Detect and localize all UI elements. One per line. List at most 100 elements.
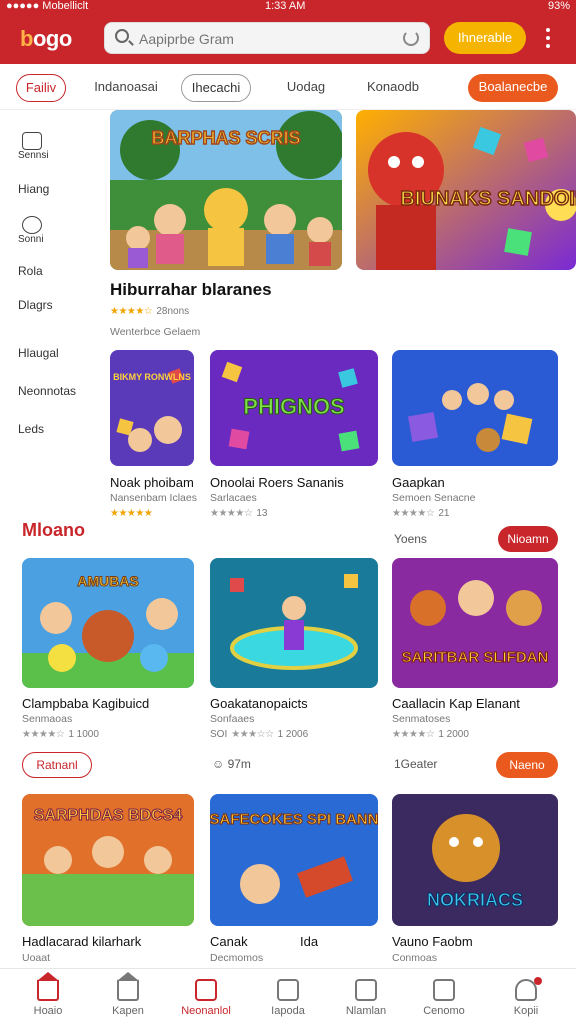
more-menu-icon[interactable] — [546, 28, 552, 48]
list-icon — [195, 979, 217, 1001]
game-subtitle: Sonfaaes — [210, 713, 255, 725]
nav-label: Neonanlol — [181, 1005, 231, 1017]
nav-label: Kopii — [513, 1005, 539, 1017]
featured-subtitle: Wenterbce Gelaem — [110, 326, 201, 338]
game-thumb[interactable]: SARITBAR SLIFDAN — [392, 558, 558, 688]
bottom-nav: Hoaio Kapen Neonanlol Iapoda Nlamlan Cen… — [0, 968, 576, 1024]
category-tabs: Failiv Indanoasai Ihecachi Uodag Konaodb… — [0, 66, 576, 110]
nav-cenomo[interactable]: Cenomo — [404, 969, 484, 1024]
section-chip[interactable]: Nioamn — [498, 526, 558, 552]
gift-icon — [355, 979, 377, 1001]
nav-label: Hoaio — [33, 1005, 63, 1017]
header-action-button[interactable]: Ihnerable — [444, 22, 526, 54]
section-title: Mloano — [22, 520, 85, 540]
battery-text: 93% — [547, 0, 570, 12]
sidebar-item-leds[interactable]: Leds — [18, 422, 44, 436]
thumb-art-text: NOKRIACS — [427, 890, 523, 910]
logo-letter: b — [20, 26, 33, 51]
game-title[interactable]: Noak phoibam — [110, 475, 200, 490]
nav-iapoda[interactable]: Iapoda — [248, 969, 328, 1024]
nav-neonanlol[interactable]: Neonanlol — [166, 969, 246, 1024]
game-title[interactable]: Clampbaba Kagibuicd — [22, 696, 194, 711]
stars-glyphs: ★★★★☆ — [210, 508, 253, 519]
tab-uodag[interactable]: Uodag — [276, 74, 336, 102]
game-title[interactable]: Canak — [210, 934, 270, 949]
search-bar[interactable] — [104, 22, 430, 54]
sidebar-item-hlaugal[interactable]: Hlaugal — [18, 346, 59, 360]
game-title[interactable]: Gaapkan — [392, 475, 558, 490]
thumb-art-text: SAFECOKES SPI BANN — [210, 811, 378, 828]
logo-text: ogo — [32, 26, 72, 51]
refresh-icon[interactable] — [403, 30, 419, 46]
game-thumb[interactable]: AMUBAS — [22, 558, 194, 688]
game-subtitle: Semoen Senacne — [392, 492, 476, 504]
rating-count: 1 1000 — [68, 729, 99, 740]
featured-banner-1[interactable]: BARPHAS SCRIS — [110, 110, 342, 270]
sidebar-item-hiang[interactable]: Hiang — [18, 182, 49, 196]
rating-count: 1 2000 — [438, 729, 469, 740]
notification-badge — [534, 977, 542, 985]
nav-label: Kapen — [112, 1005, 144, 1017]
featured-rating: ★★★★☆ 28nons — [110, 306, 189, 317]
thumb-art-text: AMUBAS — [77, 573, 138, 589]
game-thumb[interactable] — [210, 558, 378, 688]
game-thumb[interactable] — [392, 350, 558, 466]
game-subtitle: Sarlacaes — [210, 492, 257, 504]
stars-glyphs: ★★★☆☆ — [231, 729, 274, 740]
featured-title[interactable]: Hiburrahar blaranes — [110, 280, 360, 300]
thumb-art-text: PHIGNOS — [243, 394, 344, 419]
game-thumb[interactable]: SARPHDAS BDCS4 — [22, 794, 194, 926]
app-header: bogo Ihnerable — [0, 14, 576, 64]
sidebar-item-dlagrs[interactable]: Dlagrs — [18, 298, 53, 312]
nav-home[interactable]: Hoaio — [8, 969, 88, 1024]
nav-label: Nlamlan — [345, 1005, 387, 1017]
game-title[interactable]: Onoolai Roers Sananis — [210, 475, 378, 490]
clock-icon — [22, 216, 42, 234]
tab-boalanecbe[interactable]: Boalanecbe — [468, 74, 558, 102]
game-thumb[interactable]: NOKRIACS — [392, 794, 558, 926]
game-thumb[interactable]: BIKMY RONWLNS — [110, 350, 194, 466]
sidebar-item-rola[interactable]: Rola — [18, 264, 43, 278]
sidebar-item-sonni[interactable]: Sonni — [18, 234, 44, 245]
sidebar-item-neonnotas[interactable]: Neonnotas — [18, 384, 76, 398]
search-input[interactable] — [139, 29, 389, 49]
see-more-link[interactable]: Yoens — [394, 532, 427, 546]
featured-stars: ★★★★☆ — [110, 306, 153, 317]
tab-konaodb[interactable]: Konaodb — [356, 74, 430, 102]
nav-kopii[interactable]: Kopii — [486, 969, 566, 1024]
rating-count: 21 — [438, 508, 450, 519]
featured-rating-text: 28nons — [156, 306, 190, 317]
game-stars: ★★★★☆ 21 — [392, 508, 449, 519]
game-stars: ★★★★★ — [110, 508, 153, 519]
game-title[interactable]: Goakatanopaicts — [210, 696, 378, 711]
folder-icon — [22, 132, 42, 150]
tab-ihecachi[interactable]: Ihecachi — [181, 74, 251, 102]
game-stars: ★★★★☆ 13 — [210, 508, 267, 519]
game-title[interactable]: Hadlacarad kilarhark — [22, 934, 194, 949]
action-chip-left[interactable]: Ratnanl — [22, 752, 92, 778]
rating-prefix: SOI — [210, 729, 228, 740]
nav-kapen[interactable]: Kapen — [88, 969, 168, 1024]
action-chip-right[interactable]: Naeno — [496, 752, 558, 778]
nav-nlamlan[interactable]: Nlamlan — [326, 969, 406, 1024]
action-text-right[interactable]: 1Geater — [394, 757, 437, 771]
tab-failiv[interactable]: Failiv — [16, 74, 66, 102]
house-outline-icon — [117, 972, 139, 1001]
featured-banner-2[interactable]: BIUNAKS SANDOIES — [356, 110, 576, 270]
game-subtitle: Conmoas — [392, 952, 437, 964]
game-stars: ★★★★☆ 1 2000 — [392, 729, 469, 740]
game-subtitle: Senmaoas — [22, 713, 73, 725]
banner1-text: BARPHAS SCRIS — [151, 128, 300, 148]
game-title[interactable]: Vauno Faobm — [392, 934, 558, 949]
game-thumb[interactable]: SAFECOKES SPI BANN — [210, 794, 378, 926]
game-thumb[interactable]: PHIGNOS — [210, 350, 378, 466]
game-title[interactable]: Caallacin Kap Elanant — [392, 696, 558, 711]
banner2-text: BIUNAKS SANDOIES — [400, 188, 576, 210]
sidebar-item-sennsi[interactable]: Sennsi — [18, 150, 49, 161]
game-subtitle: Decmomos — [210, 952, 264, 964]
tablet-icon — [277, 979, 299, 1001]
tab-indanoasai[interactable]: Indanoasai — [88, 74, 164, 102]
app-logo[interactable]: bogo — [20, 26, 72, 52]
game-subtitle: Senmatoses — [392, 713, 451, 725]
nav-label: Cenomo — [423, 1005, 465, 1017]
